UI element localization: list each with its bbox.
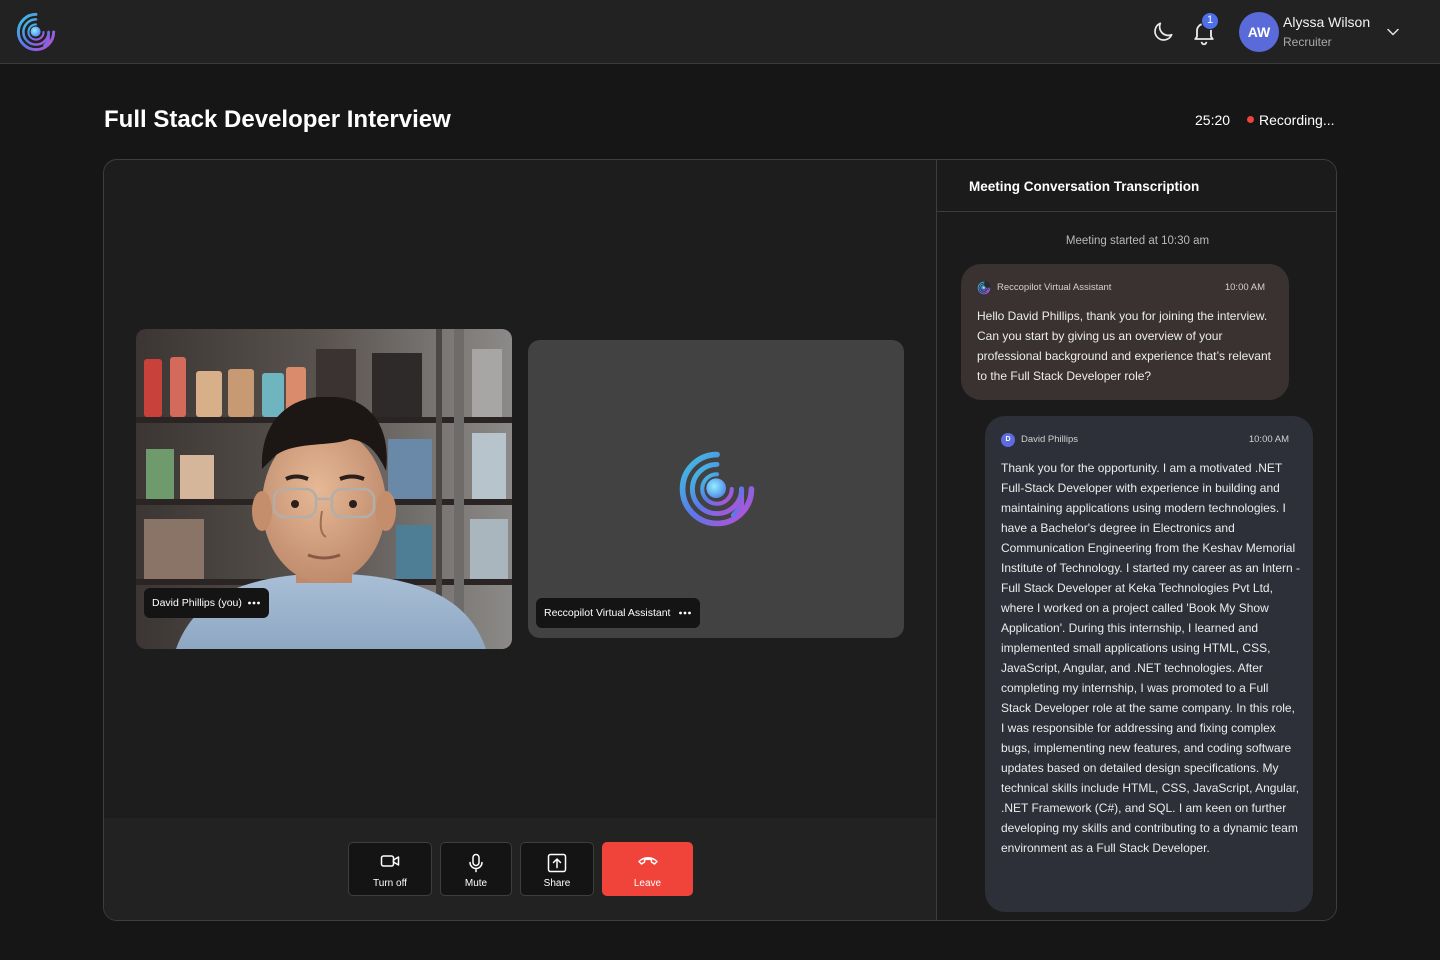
assistant-logo-icon [676, 448, 758, 530]
participant-message: D David Phillips 10:00 AM Thank you for … [985, 416, 1313, 912]
message-time: 10:00 AM [1224, 282, 1265, 293]
video-stage: David Phillips (you) Reccopilot Virtual … [104, 160, 936, 818]
meeting-timer: 25:20 [1195, 112, 1231, 128]
more-options-icon[interactable] [678, 607, 692, 619]
meeting-panel: David Phillips (you) Reccopilot Virtual … [103, 159, 1337, 921]
assistant-video-tile[interactable]: Reccopilot Virtual Assistant [528, 340, 904, 638]
user-name: Alyssa Wilson [1283, 14, 1371, 30]
participant-video-tile[interactable]: David Phillips (you) [136, 329, 512, 649]
hang-up-phone-icon [637, 857, 658, 865]
top-bar: 1 AW Alyssa Wilson Recruiter [0, 0, 1440, 64]
meeting-controls: Turn off Mute Share Leave [104, 818, 936, 920]
share-screen-icon [547, 853, 567, 873]
notification-badge: 1 [1201, 12, 1219, 30]
chevron-down-icon[interactable] [1385, 24, 1401, 40]
message-header: D David Phillips 10:00 AM [1001, 433, 1297, 447]
transcript-title: Meeting Conversation Transcription [969, 179, 1200, 194]
turn-off-video-label: Turn off [373, 878, 407, 889]
meeting-start-note: Meeting started at 10:30 am [1065, 235, 1210, 247]
transcript-header: Meeting Conversation Transcription [937, 160, 1336, 212]
participant-name-tag: David Phillips (you) [144, 588, 269, 618]
message-text: Thank you for the opportunity. I am a mo… [1001, 461, 1301, 855]
message-sender: Reccopilot Virtual Assistant [997, 282, 1112, 293]
message-time: 10:00 AM [1248, 434, 1289, 445]
leave-meeting-button[interactable]: Leave [602, 842, 693, 896]
recording-dot-icon [1247, 116, 1254, 123]
assistant-name: Reccopilot Virtual Assistant [544, 607, 671, 619]
message-text: Hello David Phillips, thank you for join… [977, 309, 1271, 383]
video-camera-icon [380, 855, 400, 867]
message-header: Reccopilot Virtual Assistant 10:00 AM [977, 281, 1273, 295]
recording-status: Recording... [1259, 112, 1335, 128]
participant-avatar: D [1001, 433, 1015, 447]
turn-off-video-button[interactable]: Turn off [348, 842, 432, 896]
moon-icon[interactable] [1150, 19, 1176, 45]
app-logo-icon[interactable] [15, 11, 57, 53]
assistant-name-tag: Reccopilot Virtual Assistant [536, 598, 700, 628]
assistant-avatar-icon [977, 281, 991, 295]
share-label: Share [543, 878, 571, 889]
leave-label: Leave [633, 878, 662, 889]
message-sender: David Phillips [1021, 434, 1079, 445]
mute-label: Mute [464, 878, 488, 889]
mute-button[interactable]: Mute [440, 842, 512, 896]
page-title: Full Stack Developer Interview [104, 106, 451, 133]
participant-name: David Phillips (you) [152, 597, 242, 609]
user-role: Recruiter [1283, 35, 1332, 49]
share-screen-button[interactable]: Share [520, 842, 594, 896]
microphone-icon [469, 853, 483, 873]
transcript-panel[interactable]: Meeting Conversation Transcription Meeti… [936, 160, 1336, 920]
assistant-message: Reccopilot Virtual Assistant 10:00 AM He… [961, 264, 1289, 400]
user-avatar[interactable]: AW [1239, 12, 1279, 52]
more-options-icon[interactable] [247, 597, 261, 609]
